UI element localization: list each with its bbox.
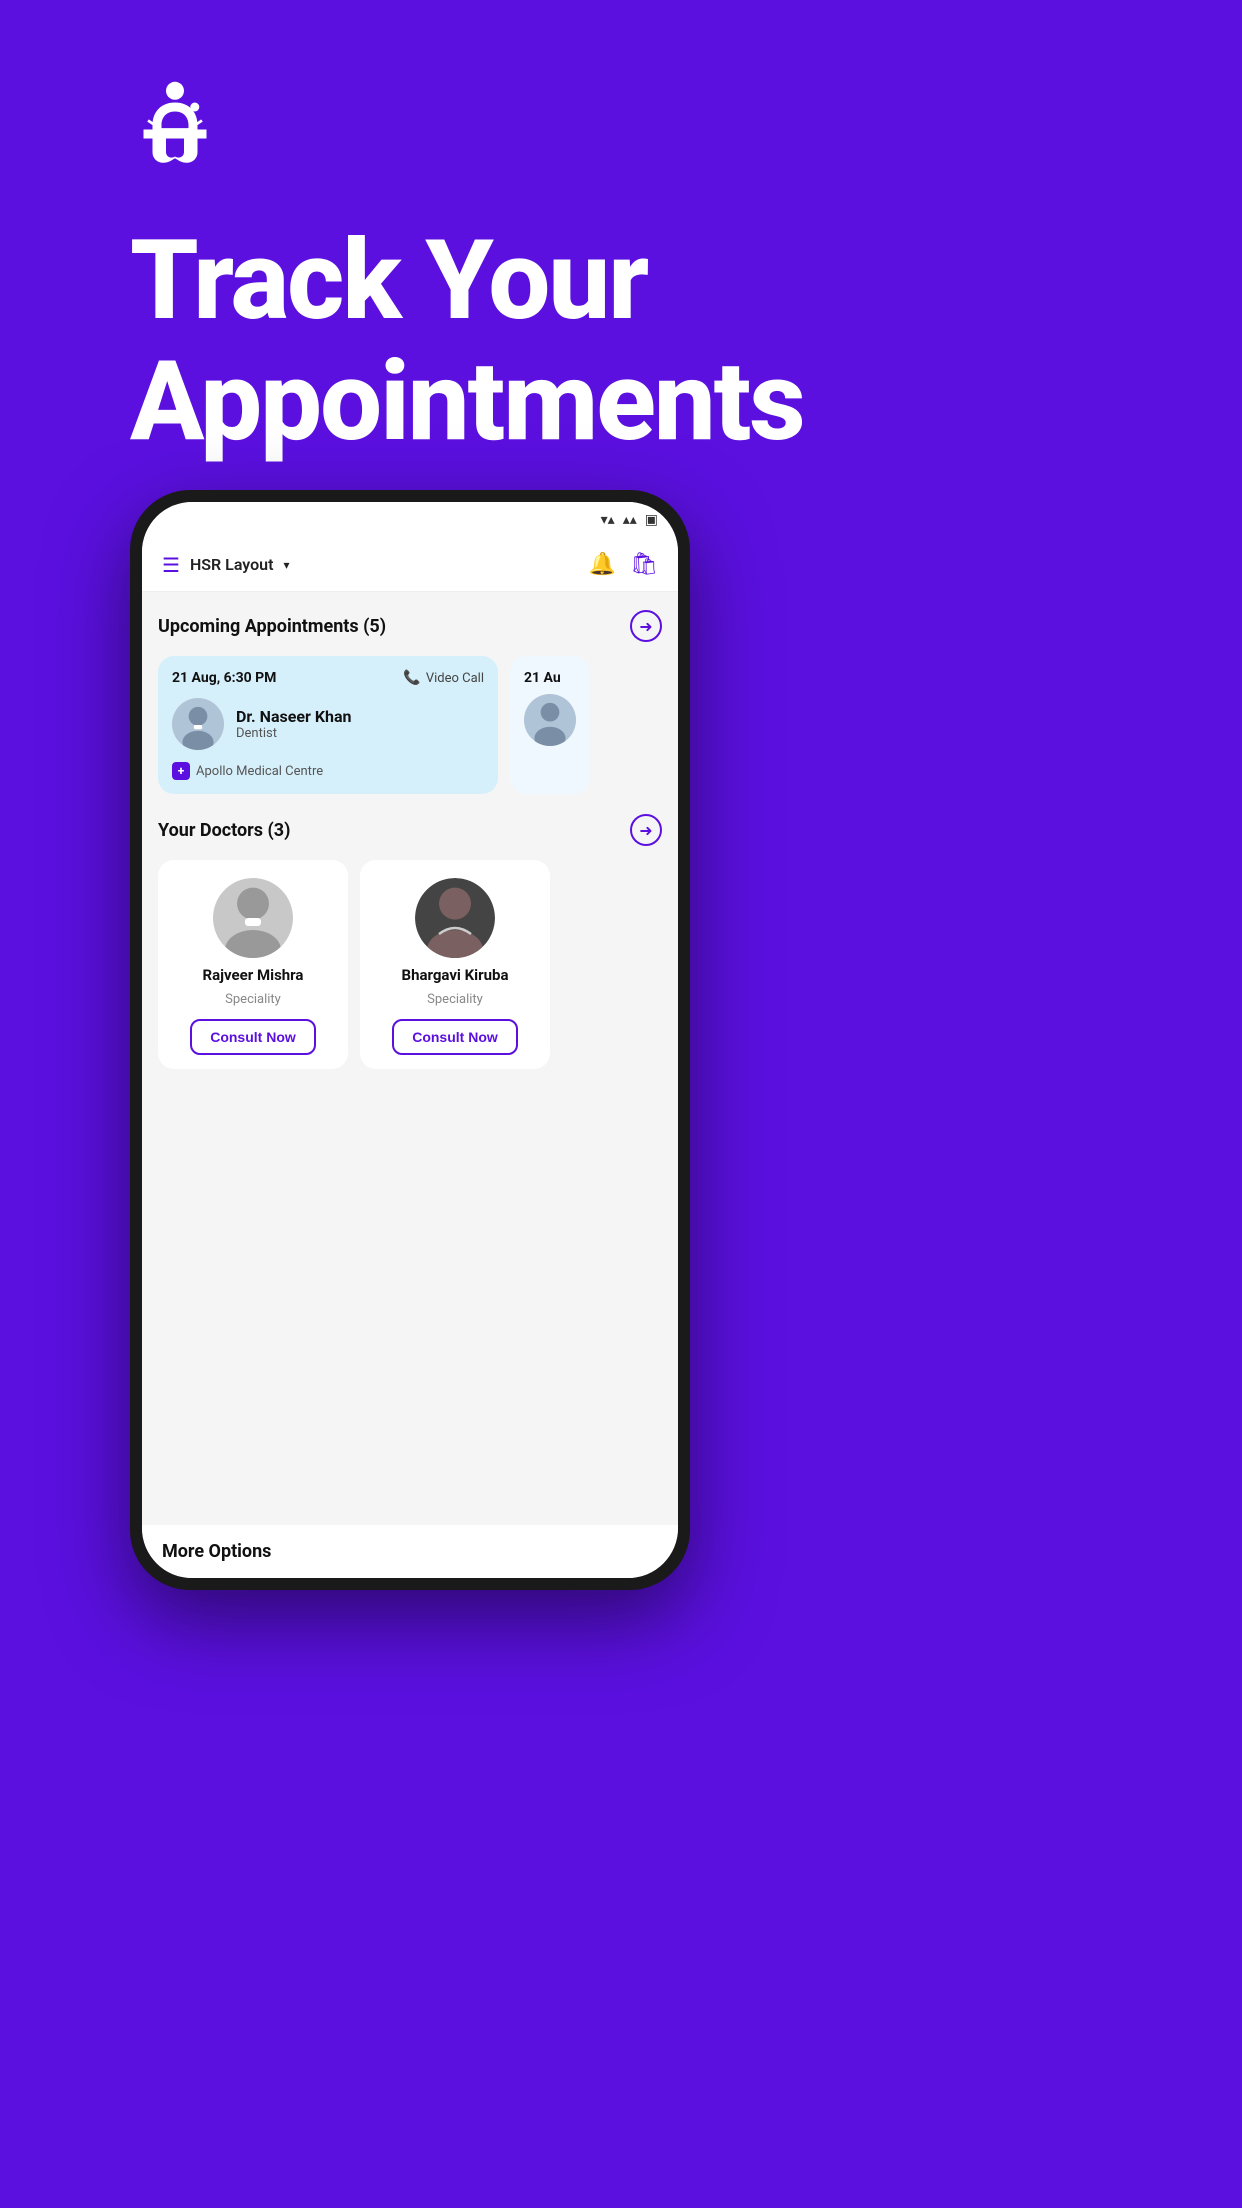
partial-date-2: 21 Au bbox=[524, 670, 576, 686]
doctor-card-name-1: Rajveer Mishra bbox=[203, 966, 304, 984]
doctor-card-avatar-2 bbox=[415, 878, 495, 958]
appt-date-1: 21 Aug, 6:30 PM bbox=[172, 670, 276, 686]
phone-screen: ▾▴ ▴▴ ▣ ☰ HSR Layout ▾ 🔔 🛍 bbox=[142, 502, 678, 1578]
doctor-specialty-1: Dentist bbox=[236, 726, 352, 741]
appt-top-1: 21 Aug, 6:30 PM 📞 Video Call bbox=[172, 670, 484, 686]
hamburger-icon[interactable]: ☰ bbox=[162, 553, 180, 577]
notification-icon[interactable]: 🔔 bbox=[589, 552, 616, 577]
header-left: ☰ HSR Layout ▾ bbox=[162, 553, 290, 577]
doctors-arrow-button[interactable]: ➜ bbox=[630, 814, 662, 846]
hero-title: Track Your Appointments bbox=[130, 220, 804, 462]
doctors-scroll: Rajveer Mishra Speciality Consult Now bbox=[158, 860, 662, 1069]
doctor-card-name-2: Bhargavi Kiruba bbox=[402, 966, 509, 984]
appt-doctor-1: Dr. Naseer Khan Dentist bbox=[172, 698, 484, 750]
doctor-card-avatar-1 bbox=[213, 878, 293, 958]
header-icons: 🔔 🛍 bbox=[589, 552, 658, 577]
cart-icon[interactable]: 🛍 bbox=[630, 552, 658, 577]
more-options-bar: More Options bbox=[142, 1525, 678, 1578]
status-bar: ▾▴ ▴▴ ▣ bbox=[142, 502, 678, 538]
appt-clinic-1: + Apollo Medical Centre bbox=[172, 762, 484, 780]
doctors-section: Your Doctors (3) ➜ bbox=[158, 814, 662, 1069]
doctor-name-1: Dr. Naseer Khan bbox=[236, 707, 352, 726]
signal-icon: ▾▴ bbox=[601, 512, 615, 528]
app-header: ☰ HSR Layout ▾ 🔔 🛍 bbox=[142, 538, 678, 592]
more-options-label: More Options bbox=[162, 1541, 271, 1562]
clinic-plus-icon: + bbox=[172, 762, 190, 780]
phone-shell: ▾▴ ▴▴ ▣ ☰ HSR Layout ▾ 🔔 🛍 bbox=[130, 490, 690, 1590]
consult-now-button-2[interactable]: Consult Now bbox=[392, 1019, 518, 1055]
appt-type-1: 📞 Video Call bbox=[403, 670, 484, 686]
battery-icon: ▣ bbox=[645, 512, 658, 528]
appointments-title: Upcoming Appointments (5) bbox=[158, 616, 386, 637]
doctors-section-header: Your Doctors (3) ➜ bbox=[158, 814, 662, 846]
doctor-card-2: Bhargavi Kiruba Speciality Consult Now bbox=[360, 860, 550, 1069]
doctor-avatar-1 bbox=[172, 698, 224, 750]
doctors-title: Your Doctors (3) bbox=[158, 820, 290, 841]
clinic-name-1: Apollo Medical Centre bbox=[196, 764, 323, 779]
accessibility-icon bbox=[130, 80, 220, 170]
appointment-card-1[interactable]: 21 Aug, 6:30 PM 📞 Video Call bbox=[158, 656, 498, 794]
appt-type-label: Video Call bbox=[426, 671, 484, 686]
consult-now-button-1[interactable]: Consult Now bbox=[190, 1019, 316, 1055]
appointment-card-2-partial: 21 Au bbox=[510, 656, 590, 794]
appointments-section-header: Upcoming Appointments (5) ➜ bbox=[158, 610, 662, 642]
doctor-card-specialty-1: Speciality bbox=[225, 992, 281, 1007]
network-icon: ▴▴ bbox=[623, 512, 637, 528]
video-call-icon: 📞 bbox=[403, 670, 420, 686]
partial-avatar-2 bbox=[524, 694, 576, 746]
chevron-down-icon[interactable]: ▾ bbox=[283, 558, 289, 572]
appointments-arrow-button[interactable]: ➜ bbox=[630, 610, 662, 642]
scroll-content: Upcoming Appointments (5) ➜ 21 Aug, 6:30… bbox=[142, 592, 678, 1525]
doctor-card-specialty-2: Speciality bbox=[427, 992, 483, 1007]
doctor-info-1: Dr. Naseer Khan Dentist bbox=[236, 707, 352, 741]
appointments-scroll: 21 Aug, 6:30 PM 📞 Video Call bbox=[158, 656, 662, 794]
doctor-card-1: Rajveer Mishra Speciality Consult Now bbox=[158, 860, 348, 1069]
location-text[interactable]: HSR Layout bbox=[190, 555, 274, 574]
phone-mockup: ▾▴ ▴▴ ▣ ☰ HSR Layout ▾ 🔔 🛍 bbox=[130, 490, 690, 2140]
